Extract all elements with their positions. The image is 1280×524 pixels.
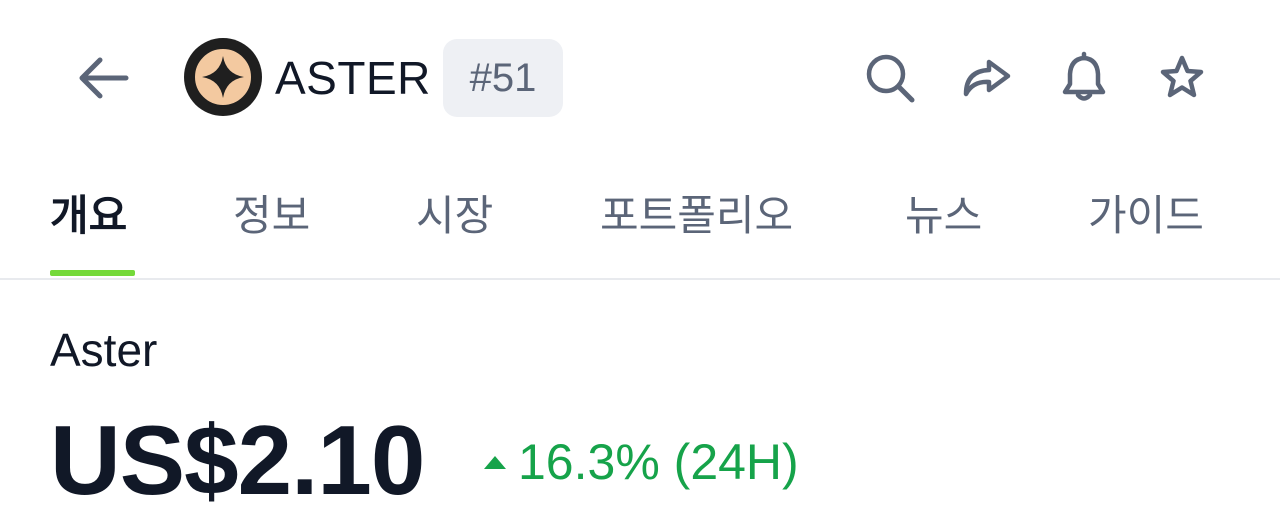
star-icon: [1160, 55, 1204, 98]
back-arrow-icon: [79, 57, 129, 99]
price-change-text: 16.3% (24H): [518, 434, 799, 490]
coin-symbol: ASTER: [275, 52, 431, 104]
favorite-button[interactable]: [1152, 48, 1212, 108]
active-tab-indicator: [50, 270, 135, 276]
price-change: 16.3% (24H): [482, 432, 799, 492]
coin-detail-page: ASTER #51 개요 정보 시장 포트폴리오 뉴스 가이드 Aster US…: [0, 0, 1280, 524]
rank-badge: #51: [443, 39, 563, 117]
tab-market[interactable]: 시장: [416, 188, 493, 248]
back-button[interactable]: [72, 48, 136, 108]
caret-up-icon: [484, 456, 506, 469]
price: US$2.10: [50, 405, 425, 515]
tab-guide[interactable]: 가이드: [1088, 188, 1204, 248]
tab-overview[interactable]: 개요: [50, 188, 127, 248]
tab-bar: 개요 정보 시장 포트폴리오 뉴스 가이드: [0, 180, 1280, 280]
share-icon: [963, 59, 1011, 97]
notification-button[interactable]: [1054, 48, 1114, 108]
search-icon: [866, 54, 915, 103]
share-button[interactable]: [956, 48, 1016, 108]
bell-icon: [1062, 51, 1106, 101]
tab-info[interactable]: 정보: [233, 188, 310, 248]
tab-news[interactable]: 뉴스: [905, 188, 982, 248]
tab-portfolio[interactable]: 포트폴리오: [600, 188, 793, 248]
coin-logo: [184, 38, 262, 116]
search-button[interactable]: [860, 48, 920, 108]
header: ASTER #51: [0, 0, 1280, 155]
coin-name: Aster: [50, 324, 158, 376]
